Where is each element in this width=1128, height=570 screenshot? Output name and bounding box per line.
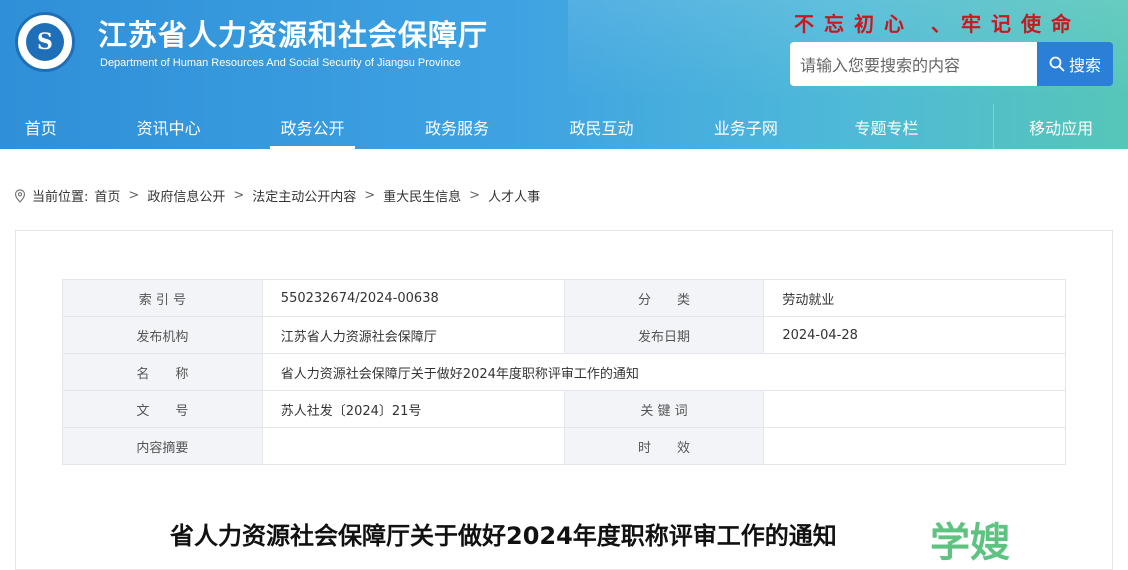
main-nav: 首页 资讯中心 政务公开 政务服务 政民互动 业务子网 专题专栏 移动应用	[0, 104, 1128, 149]
table-row: 内容摘要 时 效	[62, 427, 1066, 465]
nav-item-mobile[interactable]: 移动应用	[994, 104, 1128, 149]
meta-key-doc-number: 文 号	[62, 390, 263, 428]
nav-label: 业务子网	[713, 118, 778, 138]
breadcrumb: 当前位置: 首页 > 政府信息公开 > 法定主动公开内容 > 重大民生信息 > …	[14, 186, 540, 205]
search-input[interactable]: 请输入您要搜索的内容	[790, 42, 1037, 86]
breadcrumb-prefix: 当前位置:	[32, 190, 89, 205]
meta-key-summary: 内容摘要	[62, 427, 263, 465]
meta-key-index: 索 引 号	[62, 279, 263, 317]
meta-value-category: 劳动就业	[763, 279, 1066, 317]
search-icon	[1049, 56, 1065, 72]
table-row: 名 称 省人力资源社会保障厅关于做好2024年度职称评审工作的通知	[62, 353, 1067, 391]
breadcrumb-gov-info[interactable]: 政府信息公开	[147, 186, 225, 205]
breadcrumb-separator: >	[233, 188, 245, 203]
nav-item-gov-open[interactable]: 政务公开	[269, 104, 356, 149]
table-row: 文 号 苏人社发〔2024〕21号 关 键 词	[62, 390, 1066, 428]
nav-label: 首页	[24, 118, 57, 138]
search-button[interactable]: 搜索	[1037, 42, 1113, 86]
breadcrumb-talent[interactable]: 人才人事	[488, 186, 540, 205]
nav-item-news[interactable]: 资讯中心	[81, 104, 256, 149]
meta-value-doc-number: 苏人社发〔2024〕21号	[261, 390, 565, 428]
breadcrumb-separator: >	[469, 188, 481, 203]
meta-value-keywords	[763, 390, 1066, 428]
nav-label: 政务公开	[280, 118, 345, 138]
nav-item-subnet[interactable]: 业务子网	[644, 104, 848, 149]
site-logo[interactable]: S	[15, 12, 75, 72]
nav-label: 专题专栏	[854, 118, 919, 138]
site-subtitle: Department of Human Resources And Social…	[100, 57, 461, 69]
meta-key-name: 名 称	[62, 353, 263, 391]
meta-key-publisher: 发布机构	[62, 316, 263, 354]
meta-key-keywords: 关 键 词	[563, 390, 765, 428]
nav-label: 政务服务	[425, 118, 490, 138]
breadcrumb-separator: >	[128, 188, 140, 203]
nav-label: 资讯中心	[136, 118, 201, 138]
site-title[interactable]: 江苏省人力资源和社会保障厅	[98, 12, 488, 54]
document-title: 省人力资源社会保障厅关于做好2024年度职称评审工作的通知	[170, 522, 837, 550]
meta-value-date: 2024-04-28	[763, 316, 1066, 354]
document-metadata-table: 索 引 号 550232674/2024-00638 分 类 劳动就业 发布机构…	[62, 279, 1067, 465]
nav-item-home[interactable]: 首页	[0, 104, 81, 149]
meta-key-category: 分 类	[563, 279, 765, 317]
breadcrumb-livelihood[interactable]: 重大民生信息	[383, 186, 461, 205]
logo-emblem-icon: S	[26, 23, 64, 61]
nav-label: 政民互动	[569, 118, 634, 138]
watermark-logo: 学嫂	[930, 520, 1010, 566]
meta-value-index: 550232674/2024-00638	[261, 279, 565, 317]
meta-value-validity	[763, 427, 1066, 465]
nav-item-interaction[interactable]: 政民互动	[559, 104, 644, 149]
meta-value-publisher: 江苏省人力资源社会保障厅	[261, 316, 565, 354]
nav-item-gov-service[interactable]: 政务服务	[355, 104, 559, 149]
slogan: 不忘初心 、牢记使命	[794, 12, 1081, 36]
meta-value-summary	[261, 427, 565, 465]
breadcrumb-statutory[interactable]: 法定主动公开内容	[252, 186, 356, 205]
meta-value-name: 省人力资源社会保障厅关于做好2024年度职称评审工作的通知	[261, 353, 1067, 391]
site-header: S 江苏省人力资源和社会保障厅 Department of Human Reso…	[0, 0, 1128, 149]
breadcrumb-home[interactable]: 首页	[94, 186, 120, 205]
breadcrumb-separator: >	[364, 188, 376, 203]
search-button-label: 搜索	[1068, 56, 1101, 75]
meta-key-date: 发布日期	[563, 316, 765, 354]
nav-label: 移动应用	[1029, 118, 1094, 138]
location-pin-icon	[14, 188, 26, 203]
table-row: 发布机构 江苏省人力资源社会保障厅 发布日期 2024-04-28	[62, 316, 1066, 354]
meta-key-validity: 时 效	[563, 427, 765, 465]
table-row: 索 引 号 550232674/2024-00638 分 类 劳动就业	[62, 279, 1066, 317]
nav-item-topics[interactable]: 专题专栏	[848, 104, 926, 149]
